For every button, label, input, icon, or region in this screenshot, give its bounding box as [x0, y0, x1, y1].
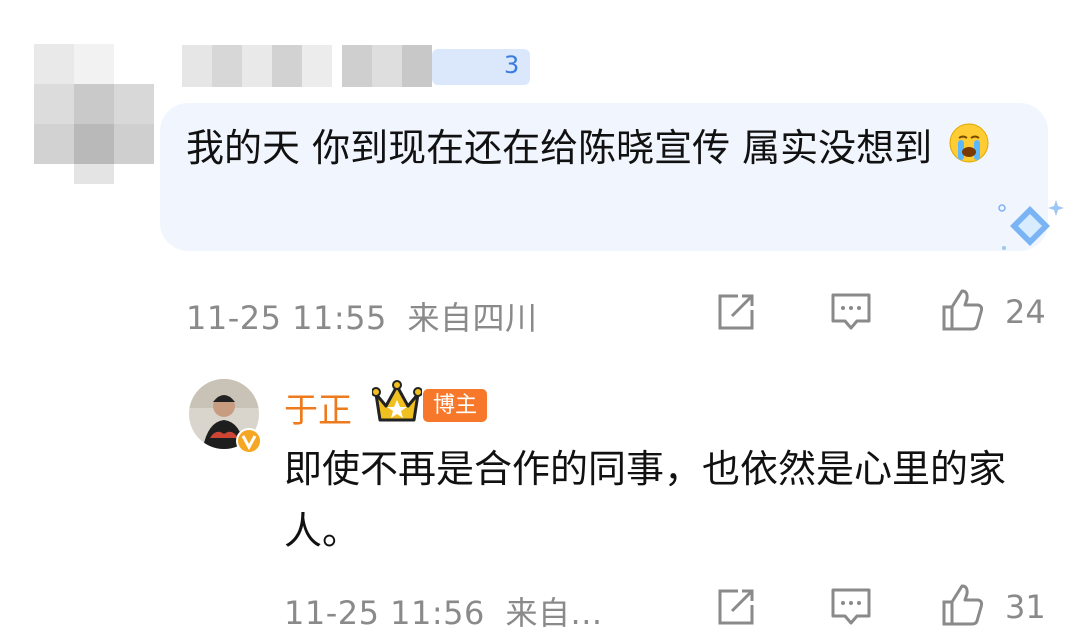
reply-like-icon[interactable] [940, 582, 986, 632]
comment-text: 我的天 你到现在还在给陈晓宣传 属实没想到 [186, 118, 1036, 181]
reply-location: 来自... [505, 594, 603, 632]
commenter-avatar[interactable] [20, 30, 160, 190]
comment-icon[interactable] [830, 292, 872, 336]
reply-author-avatar[interactable] [188, 378, 264, 454]
author-tag: 博主 [423, 389, 488, 422]
diamond-decoration-icon [992, 196, 1068, 260]
comment-time: 11-25 11:55 [186, 299, 387, 337]
reply-timestamp: 11-25 11:56 来自... [284, 588, 603, 634]
comment-timestamp: 11-25 11:55 来自四川 [186, 293, 538, 339]
reply-author-name[interactable]: 于正 [284, 383, 352, 432]
like-icon[interactable] [940, 287, 986, 337]
loudly-crying-face-icon [948, 121, 990, 181]
reply-time: 11-25 11:56 [284, 594, 485, 632]
user-level-badge: 3 [504, 51, 520, 79]
comment-text-content: 我的天 你到现在还在给陈晓宣传 属实没想到 [186, 126, 933, 170]
reply-like-count: 31 [1005, 588, 1046, 626]
comment-location: 来自四川 [407, 299, 538, 337]
verified-badge-icon [236, 428, 262, 458]
reply-share-icon[interactable] [716, 587, 756, 631]
crown-badge-icon [371, 380, 423, 430]
reply-text: 即使不再是合作的同事，也依然是心里的家人。 [284, 447, 1007, 553]
like-count: 24 [1005, 293, 1046, 331]
commenter-username-blurred[interactable]: 3 [182, 45, 532, 87]
share-icon[interactable] [716, 292, 756, 336]
reply-comment-icon[interactable] [830, 587, 872, 631]
